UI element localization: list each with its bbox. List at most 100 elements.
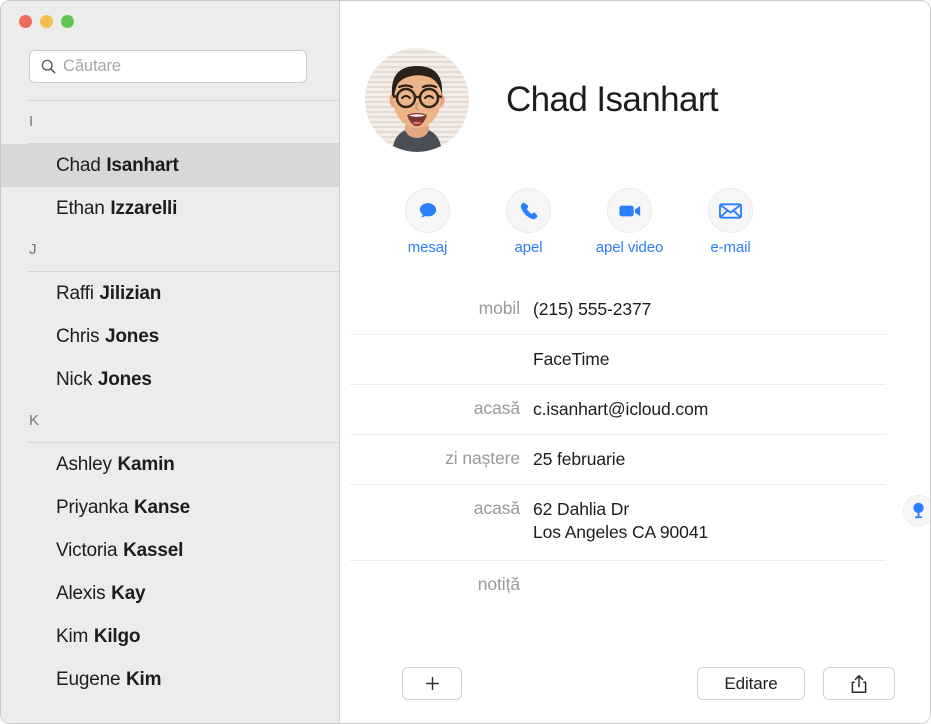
contact-given-name: Nick bbox=[56, 368, 93, 390]
field-divider bbox=[350, 334, 886, 335]
map-pin-icon[interactable] bbox=[903, 495, 930, 526]
list-item[interactable]: Alexis Kay bbox=[1, 572, 339, 615]
list-item[interactable]: Ethan Izzarelli bbox=[1, 187, 339, 230]
contact-given-name: Alexis bbox=[56, 582, 106, 604]
contact-family-name: Kanse bbox=[134, 496, 191, 518]
quick-action-label: apel bbox=[514, 239, 543, 256]
search-input[interactable]: Căutare bbox=[29, 50, 307, 83]
contact-given-name: Chris bbox=[56, 325, 100, 347]
contact-family-name: Jones bbox=[97, 368, 152, 390]
section-divider bbox=[28, 143, 339, 144]
contact-family-name: Jones bbox=[105, 325, 159, 347]
sidebar: Căutare I Chad Isanhart Ethan Izzarelli J Raff… bbox=[1, 1, 340, 723]
contact-family-name: Kassel bbox=[123, 539, 184, 561]
field-label bbox=[350, 334, 520, 348]
field-divider bbox=[350, 484, 886, 485]
field-value-line: 62 Dahlia Dr bbox=[533, 499, 630, 519]
field-divider bbox=[350, 560, 886, 561]
close-window-button[interactable] bbox=[19, 15, 32, 28]
field-value[interactable]: 25 februarie bbox=[533, 434, 830, 471]
search-icon bbox=[41, 59, 56, 74]
contact-given-name: Eugene bbox=[56, 668, 121, 690]
contact-detail-pane: Chad Isanhart mesaj apel apel video e-mail … bbox=[340, 1, 930, 723]
list-item[interactable]: Nick Jones bbox=[1, 358, 339, 401]
field-row[interactable]: acasă 62 Dahlia Dr Los Angeles CA 90041 bbox=[350, 484, 930, 560]
section-letter: J bbox=[29, 241, 37, 258]
contact-family-name: Kilgo bbox=[93, 625, 141, 647]
field-label: zi naștere bbox=[445, 448, 520, 468]
plus-icon bbox=[424, 675, 441, 692]
search-placeholder-text: Căutare bbox=[63, 57, 122, 76]
list-item[interactable]: Chris Jones bbox=[1, 315, 339, 358]
list-item[interactable]: Victoria Kassel bbox=[1, 529, 339, 572]
field-value[interactable]: c.isanhart@icloud.com bbox=[533, 384, 830, 421]
section-divider bbox=[28, 442, 339, 443]
edit-button-label: Editare bbox=[724, 673, 778, 693]
field-row[interactable]: FaceTime bbox=[350, 334, 886, 384]
field-value[interactable]: (215) 555-2377 bbox=[533, 284, 830, 321]
section-letter: I bbox=[29, 113, 34, 130]
window-controls bbox=[19, 15, 74, 28]
quick-action-label: e-mail bbox=[710, 239, 751, 256]
field-row[interactable]: mobil (215) 555-2377 bbox=[350, 284, 830, 334]
list-item[interactable]: Kim Kilgo bbox=[1, 615, 339, 658]
field-row[interactable]: notiță bbox=[350, 560, 886, 610]
minimize-window-button[interactable] bbox=[40, 15, 53, 28]
field-label: acasă bbox=[473, 498, 520, 518]
quick-action-message-bubble[interactable]: mesaj bbox=[377, 188, 478, 255]
contact-family-name: Isanhart bbox=[106, 154, 179, 176]
section-letter: K bbox=[29, 412, 40, 429]
field-label: mobil bbox=[478, 298, 520, 318]
contact-family-name: Izzarelli bbox=[110, 197, 178, 219]
zoom-window-button[interactable] bbox=[61, 15, 74, 28]
contact-given-name: Kim bbox=[56, 625, 89, 647]
contact-family-name: Kim bbox=[126, 668, 162, 690]
field-divider bbox=[350, 434, 886, 435]
quick-action-buttons: mesaj apel apel video e-mail bbox=[377, 188, 930, 255]
contact-given-name: Priyanka bbox=[56, 496, 129, 518]
phone-icon[interactable] bbox=[506, 188, 551, 233]
search-field-wrapper[interactable]: Căutare bbox=[29, 50, 307, 83]
contact-fields: mobil (215) 555-2377 FaceTime acasă c.isanha… bbox=[350, 284, 930, 610]
contact-given-name: Chad bbox=[56, 154, 101, 176]
contact-header: Chad Isanhart bbox=[365, 48, 719, 152]
quick-action-video-camera[interactable]: apel video bbox=[579, 188, 680, 255]
video-camera-icon[interactable] bbox=[607, 188, 652, 233]
field-value-line: Los Angeles CA 90041 bbox=[533, 522, 709, 543]
bottom-toolbar: Editare bbox=[340, 657, 930, 723]
contacts-window: Căutare I Chad Isanhart Ethan Izzarelli J Raff… bbox=[0, 0, 931, 724]
field-divider bbox=[350, 384, 886, 385]
section-header-j: J bbox=[1, 230, 339, 272]
contact-list[interactable]: I Chad Isanhart Ethan Izzarelli J Raffi Jilizia… bbox=[1, 102, 339, 723]
avatar[interactable] bbox=[365, 48, 469, 152]
add-button[interactable] bbox=[402, 667, 462, 700]
edit-button[interactable]: Editare bbox=[697, 667, 805, 700]
sidebar-top-divider bbox=[28, 100, 339, 101]
contact-family-name: Kamin bbox=[117, 453, 175, 475]
list-item[interactable]: Eugene Kim bbox=[1, 658, 339, 701]
contact-given-name: Ethan bbox=[56, 197, 105, 219]
contact-given-name: Victoria bbox=[56, 539, 118, 561]
list-item[interactable]: Raffi Jilizian bbox=[1, 272, 339, 315]
field-label: acasă bbox=[473, 398, 520, 418]
quick-action-phone[interactable]: apel bbox=[478, 188, 579, 255]
section-divider bbox=[28, 271, 339, 272]
message-bubble-icon[interactable] bbox=[405, 188, 450, 233]
contact-family-name: Jilizian bbox=[99, 282, 162, 304]
field-value[interactable]: 62 Dahlia Dr Los Angeles CA 90041 bbox=[533, 484, 830, 545]
envelope-icon[interactable] bbox=[708, 188, 753, 233]
field-value[interactable] bbox=[533, 560, 830, 574]
list-item[interactable]: Priyanka Kanse bbox=[1, 486, 339, 529]
share-icon bbox=[850, 674, 868, 694]
quick-action-envelope[interactable]: e-mail bbox=[680, 188, 781, 255]
quick-action-label: mesaj bbox=[407, 239, 448, 256]
field-row[interactable]: acasă c.isanhart@icloud.com bbox=[350, 384, 886, 434]
share-button[interactable] bbox=[823, 667, 895, 700]
list-item[interactable]: Chad Isanhart bbox=[1, 144, 339, 187]
field-value[interactable]: FaceTime bbox=[533, 334, 830, 371]
contact-family-name: Kay bbox=[111, 582, 146, 604]
field-row[interactable]: zi naștere 25 februarie bbox=[350, 434, 886, 484]
contact-given-name: Raffi bbox=[56, 282, 94, 304]
list-item[interactable]: Ashley Kamin bbox=[1, 443, 339, 486]
field-label: notiță bbox=[477, 574, 520, 594]
